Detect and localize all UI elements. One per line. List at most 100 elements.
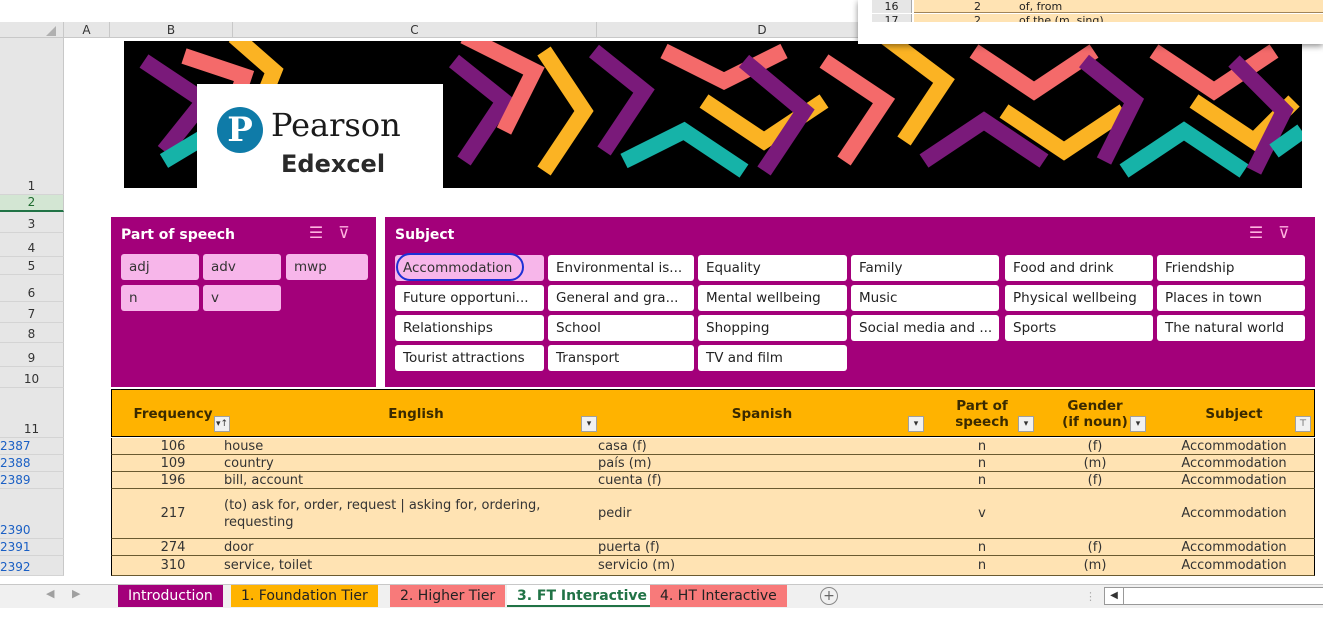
row-header-4[interactable]: 4 [0,233,64,257]
splitter-handle-icon[interactable]: ⋮ [1085,590,1096,603]
cell-subject: Accommodation [1181,539,1287,555]
row-header-6[interactable]: 6 [0,275,64,302]
cell-frequency: 196 [160,472,186,488]
subject-chip-food-and-drink[interactable]: Food and drink [1005,255,1153,281]
filter-gender-icon[interactable]: ▾ [1130,416,1146,432]
column-header-label: B [166,23,176,37]
row-header-11[interactable]: 11 [0,388,64,438]
subject-chip-school[interactable]: School [548,315,694,341]
row-header-2391[interactable]: 2391 [0,539,64,556]
subject-chip-tv-and-film[interactable]: TV and film [698,345,847,371]
cell-spanish: servicio (m) [598,558,676,573]
row-header-2[interactable]: 2 [0,195,64,212]
filter-english-icon[interactable]: ▾ [581,416,597,432]
subject-chip-places-in-town[interactable]: Places in town [1157,285,1305,311]
inset-row-number: 17 [872,14,912,22]
row-header-8[interactable]: 8 [0,323,64,343]
tab-higher-tier[interactable]: 2. Higher Tier [390,585,506,607]
multi-select-icon[interactable]: ☰ [1247,223,1265,242]
subject-chip-music[interactable]: Music [851,285,999,311]
row-number: 7 [27,307,36,321]
cell-subject: Accommodation [1181,558,1287,573]
add-sheet-icon[interactable]: + [820,587,838,605]
scroll-left-icon[interactable]: ◀ [1104,587,1124,605]
row-header-7[interactable]: 7 [0,302,64,323]
inset-row-data: 2 of the (m. sing) [914,14,1323,22]
subject-chip-shopping[interactable]: Shopping [698,315,847,341]
tab-foundation-tier[interactable]: 1. Foundation Tier [231,585,378,607]
column-header-c[interactable]: C [233,22,597,38]
row-header-3[interactable]: 3 [0,212,64,233]
filter-subject-active-icon[interactable]: ⊤ [1295,416,1311,432]
subject-chip-family[interactable]: Family [851,255,999,281]
row-header-2387[interactable]: 2387 [0,438,64,455]
tab-ht-interactive[interactable]: 4. HT Interactive [650,585,787,607]
subject-chip-friendship[interactable]: Friendship [1157,255,1305,281]
row-number: 10 [23,372,40,386]
column-header-a[interactable]: A [64,22,110,38]
inset-frequency: 2 [974,14,981,22]
column-header-label: C [410,23,419,37]
row-header-2390[interactable]: 2390 [0,489,64,539]
table-row[interactable]: 310 service, toilet servicio (m) n (m) A… [111,556,1315,576]
pos-chip-n[interactable]: n [121,285,199,311]
row-number: 2391 [0,540,31,554]
row-header-5[interactable]: 5 [0,257,64,275]
subject-chip-environmental[interactable]: Environmental is... [548,255,694,281]
cell-pos: v [978,506,986,521]
subject-chip-equality[interactable]: Equality [698,255,847,281]
header-spanish: Spanish [598,390,926,438]
table-row[interactable]: 196 bill, account cuenta (f) n (f) Accom… [111,472,1315,489]
pos-chip-mwp[interactable]: mwp [286,254,368,280]
table-row[interactable]: 109 country país (m) n (m) Accommodation [111,455,1315,472]
table-row[interactable]: 106 house casa (f) n (f) Accommodation [111,438,1315,455]
clear-filter-icon[interactable]: ⊽ [335,223,353,242]
table-row[interactable]: 217 (to) ask for, order, request | askin… [111,489,1315,539]
subject-chip-social-media[interactable]: Social media and ... [851,315,999,341]
filter-spanish-icon[interactable]: ▾ [908,416,924,432]
header-pos-line1: Part of [956,398,1008,414]
tab-scroll-left-icon[interactable]: ◀ [46,587,54,600]
pos-chip-adv[interactable]: adv [203,254,281,280]
row-header-2392[interactable]: 2392 [0,556,64,576]
row-header-9[interactable]: 9 [0,343,64,367]
sort-filter-frequency-icon[interactable]: ▾↑ [214,416,230,432]
row-header-2389[interactable]: 2389 [0,472,64,489]
tab-introduction[interactable]: Introduction [118,585,223,607]
subject-chip-mental-wellbeing[interactable]: Mental wellbeing [698,285,847,311]
subject-chip-general-and-grammar[interactable]: General and gra... [548,285,694,311]
row-header-2388[interactable]: 2388 [0,455,64,472]
cell-spanish: puerta (f) [598,539,660,555]
table-row[interactable]: 274 door puerta (f) n (f) Accommodation [111,539,1315,556]
inset-row-number: 16 [872,0,912,13]
subject-chip-relationships[interactable]: Relationships [395,315,544,341]
multi-select-icon[interactable]: ☰ [307,223,325,242]
cell-gender: (m) [1083,455,1107,471]
pos-chip-adj[interactable]: adj [121,254,199,280]
pos-chip-v[interactable]: v [203,285,281,311]
cell-gender: (f) [1087,438,1103,454]
column-header-b[interactable]: B [110,22,233,38]
row-header-10[interactable]: 10 [0,367,64,388]
tab-scroll-right-icon[interactable]: ▶ [72,587,80,600]
subject-chip-physical-wellbeing[interactable]: Physical wellbeing [1005,285,1153,311]
header-frequency-label: Frequency [133,406,213,422]
row-number: 2392 [0,560,31,574]
filter-part-of-speech-icon[interactable]: ▾ [1018,416,1034,432]
tab-ft-interactive[interactable]: 3. FT Interactive [507,585,658,607]
subject-chip-the-natural-world[interactable]: The natural world [1157,315,1305,341]
select-all-triangle-icon [46,26,56,36]
inset-english: of the (m. sing) [1019,14,1104,22]
subject-chip-transport[interactable]: Transport [548,345,694,371]
subject-chip-accommodation[interactable]: Accommodation [395,255,544,281]
subject-chip-sports[interactable]: Sports [1005,315,1153,341]
cell-gender: (f) [1087,539,1103,555]
subject-chip-tourist-attractions[interactable]: Tourist attractions [395,345,544,371]
horizontal-scrollbar[interactable] [1124,587,1323,605]
header-pos-line2: speech [955,414,1009,430]
row-number: 8 [27,327,36,341]
clear-filter-icon[interactable]: ⊽ [1275,223,1293,242]
subject-chip-future-opportunities[interactable]: Future opportuni... [395,285,544,311]
row-header-1[interactable]: 1 [0,38,64,195]
cell-pos: n [977,438,987,454]
